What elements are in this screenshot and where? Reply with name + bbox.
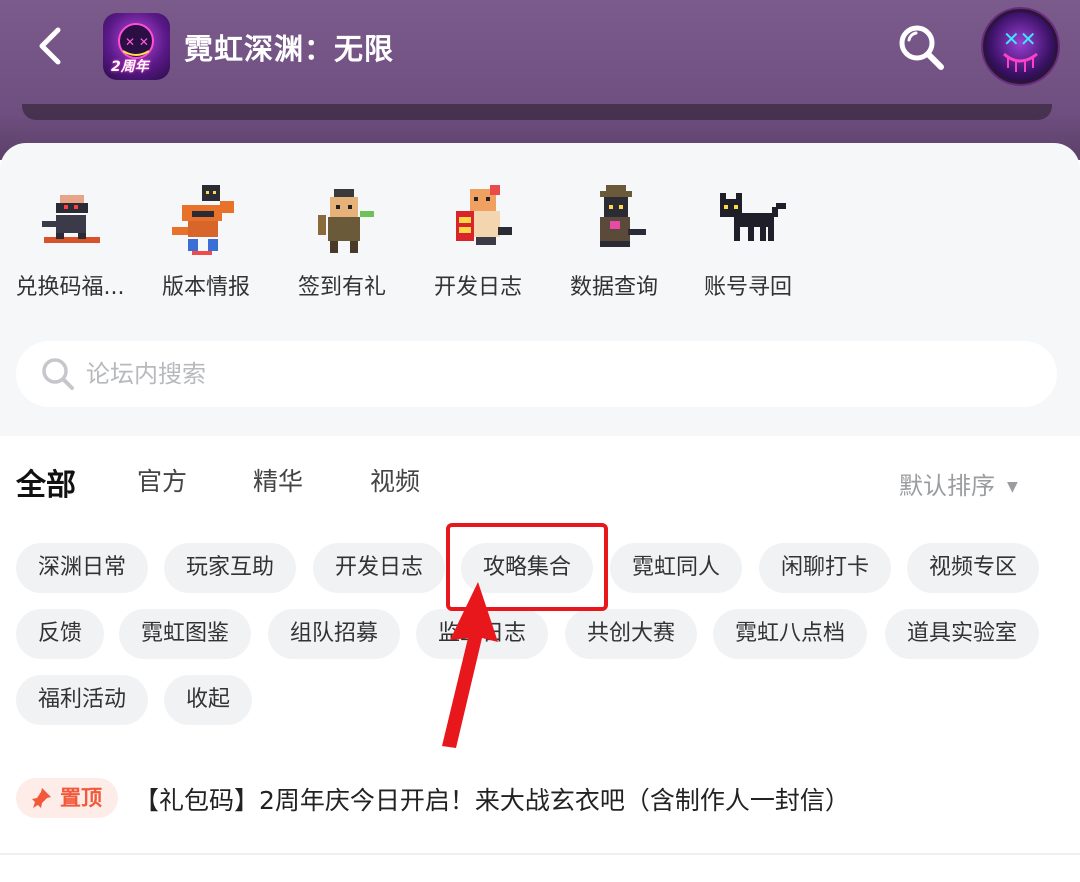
red-pointer-arrow-icon [442, 582, 498, 748]
sort-dropdown[interactable]: 默认排序 ▼ [899, 466, 1018, 501]
pixel-fox-rider-icon [172, 185, 234, 255]
forum-top-panel: 兑换码福... 版本情报 签到有礼 开发日志 数据查询 账号寻回 论坛内搜索 [0, 143, 1080, 436]
tab-label: 精华 [253, 467, 304, 496]
forum-search-bar[interactable] [16, 341, 1057, 407]
chip-collapse[interactable]: 收起 [164, 675, 253, 725]
chip-video-zone[interactable]: 视频专区 [907, 543, 1040, 593]
tab-featured[interactable]: 精华 [253, 462, 303, 498]
neon-face-icon: ✕✕ [1003, 27, 1038, 72]
pinned-badge-label: 置顶 [60, 786, 102, 810]
tab-label: 全部 [16, 468, 76, 503]
back-arrow-icon[interactable] [30, 24, 74, 68]
chip-player-help[interactable]: 玩家互助 [164, 543, 297, 593]
chip-welfare-events[interactable]: 福利活动 [16, 675, 149, 725]
chip-abyss-daily[interactable]: 深渊日常 [16, 543, 149, 593]
game-app-icon[interactable]: ✕ ✕ 2周年 [103, 13, 170, 80]
shortcut-label: 数据查询 [569, 275, 658, 300]
user-avatar[interactable]: ✕✕ [983, 9, 1058, 84]
header-banner-edge [22, 104, 1052, 120]
shortcut-dev-log[interactable]: 开发日志 [410, 171, 546, 311]
pixel-lucky-cat-icon [456, 185, 512, 245]
caret-down-icon: ▼ [1007, 479, 1018, 495]
chip-neon-fanart[interactable]: 霓虹同人 [610, 543, 743, 593]
pixel-detective-cat-icon [600, 185, 646, 247]
app-header: ✕ ✕ 2周年 霓虹深渊：无限 ✕✕ [0, 0, 1080, 160]
chip-neon-8pm-show[interactable]: 霓虹八点档 [713, 609, 868, 659]
category-tabs: 全部 官方 精华 视频 默认排序 ▼ [0, 462, 1080, 506]
tab-all[interactable]: 全部 [16, 460, 76, 504]
search-icon[interactable] [896, 22, 946, 72]
chip-co-creation-contest[interactable]: 共创大赛 [565, 609, 698, 659]
pixel-ninja-cat-icon [42, 195, 100, 243]
chip-item-lab[interactable]: 道具实验室 [885, 609, 1040, 659]
svg-text:✕✕: ✕✕ [1003, 27, 1037, 51]
anniversary-badge: 2周年 [111, 59, 149, 75]
tab-official[interactable]: 官方 [137, 462, 187, 498]
search-icon [42, 358, 74, 390]
pinned-badge: 置顶 [16, 778, 118, 818]
chip-team-recruit[interactable]: 组队招募 [268, 609, 401, 659]
tab-label: 官方 [137, 467, 188, 496]
list-divider [0, 853, 1080, 855]
shortcut-redeem-code[interactable]: 兑换码福... [2, 171, 138, 311]
shortcut-version-news[interactable]: 版本情报 [138, 171, 274, 311]
shortcut-account-recovery[interactable]: 账号寻回 [680, 171, 816, 311]
chip-chat-checkin[interactable]: 闲聊打卡 [759, 543, 892, 593]
chip-neon-codex[interactable]: 霓虹图鉴 [119, 609, 252, 659]
shortcut-data-query[interactable]: 数据查询 [546, 171, 682, 311]
shortcut-row: 兑换码福... 版本情报 签到有礼 开发日志 数据查询 账号寻回 [0, 171, 820, 311]
shortcut-label: 签到有礼 [297, 275, 386, 300]
tab-label: 视频 [370, 467, 421, 496]
page-title: 霓虹深渊：无限 [184, 32, 395, 66]
sort-label: 默认排序 [899, 472, 995, 500]
pixel-black-cat-icon [720, 193, 786, 241]
shortcut-check-in[interactable]: 签到有礼 [274, 171, 410, 311]
shortcut-label: 版本情报 [161, 275, 250, 300]
post-title[interactable]: 【礼包码】2周年庆今日开启！来大战玄衣吧（含制作人一封信） [134, 781, 850, 817]
shortcut-label: 兑换码福... [15, 275, 125, 300]
tab-video[interactable]: 视频 [370, 462, 420, 498]
search-input[interactable] [86, 355, 986, 393]
pixel-adventurer-cat-icon [318, 189, 374, 253]
shortcut-label: 开发日志 [433, 275, 522, 300]
pin-icon [32, 788, 51, 808]
shortcut-label: 账号寻回 [703, 275, 792, 300]
svg-text:✕ ✕: ✕ ✕ [125, 35, 149, 49]
chip-feedback[interactable]: 反馈 [16, 609, 105, 659]
pinned-post[interactable]: 置顶 【礼包码】2周年庆今日开启！来大战玄衣吧（含制作人一封信） [16, 777, 1076, 821]
